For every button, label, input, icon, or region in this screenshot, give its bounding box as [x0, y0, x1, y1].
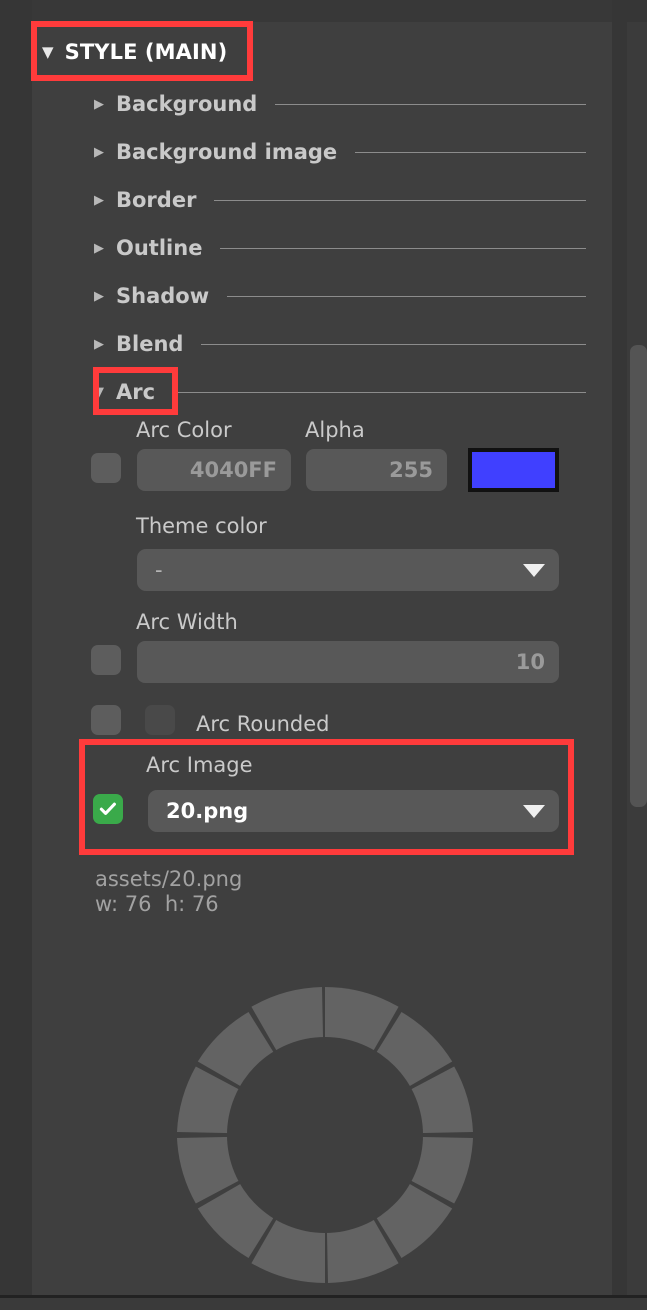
theme-color-label: Theme color — [136, 514, 267, 538]
section-row-arc[interactable]: ▼ Arc — [92, 375, 592, 409]
chevron-right-icon: ▶ — [94, 336, 104, 352]
section-label: Shadow — [116, 284, 210, 308]
arc-image-preview — [155, 965, 495, 1305]
check-icon — [99, 802, 116, 815]
left-gutter — [0, 0, 32, 1310]
arc-color-swatch-fill — [472, 452, 555, 488]
arc-rounded-label: Arc Rounded — [196, 712, 330, 736]
section-row-border[interactable]: ▶ Border — [92, 183, 592, 217]
chevron-down-icon: ▼ — [42, 42, 54, 61]
chevron-down-icon — [523, 804, 545, 818]
alpha-input[interactable]: 255 — [306, 449, 447, 491]
arc-ring-graphic — [177, 987, 473, 1283]
chevron-right-icon: ▶ — [94, 144, 104, 160]
arc-width-input[interactable]: 10 — [137, 641, 559, 683]
asset-dimensions-text: w: 76 h: 76 — [95, 892, 219, 916]
section-label: Background — [116, 92, 258, 116]
chevron-right-icon: ▶ — [94, 240, 104, 256]
top-strip — [0, 0, 647, 22]
section-row-outline[interactable]: ▶ Outline — [92, 231, 592, 265]
arc-rounded-checkbox[interactable] — [145, 705, 175, 735]
section-label: Border — [116, 188, 197, 212]
section-divider — [275, 103, 586, 105]
scrollbar-thumb[interactable] — [630, 345, 647, 807]
arc-color-swatch[interactable] — [468, 448, 559, 492]
section-row-shadow[interactable]: ▶ Shadow — [92, 279, 592, 313]
arc-style-panel: ▼ STYLE (MAIN) ▶ Background ▶ Background… — [0, 0, 647, 1310]
section-divider — [355, 151, 586, 153]
arc-image-dropdown[interactable]: 20.png — [148, 790, 559, 832]
arc-rounded-enable-checkbox[interactable] — [91, 705, 121, 735]
style-main-header[interactable]: ▼ STYLE (MAIN) — [32, 22, 242, 82]
arc-width-label: Arc Width — [136, 610, 238, 634]
section-divider — [173, 391, 586, 393]
section-row-background-image[interactable]: ▶ Background image — [92, 135, 592, 169]
arc-color-enable-checkbox[interactable] — [91, 453, 121, 483]
section-divider — [227, 295, 586, 297]
arc-color-input[interactable]: 4040FF — [137, 449, 291, 491]
arc-image-label: Arc Image — [146, 753, 253, 777]
chevron-right-icon: ▶ — [94, 192, 104, 208]
chevron-down-icon — [523, 563, 545, 577]
section-divider — [214, 199, 586, 201]
section-row-blend[interactable]: ▶ Blend — [92, 327, 592, 361]
chevron-down-icon: ▼ — [94, 384, 104, 400]
arc-width-enable-checkbox[interactable] — [91, 645, 121, 675]
section-row-background[interactable]: ▶ Background — [92, 87, 592, 121]
ring-inner-hole — [227, 1037, 423, 1233]
theme-color-dropdown[interactable]: - — [137, 549, 559, 591]
section-label: Arc — [116, 380, 156, 404]
bottom-strip — [0, 1298, 647, 1310]
arc-color-label: Arc Color — [136, 418, 232, 442]
section-divider — [220, 247, 586, 249]
arc-image-value: 20.png — [166, 799, 249, 823]
section-label: Blend — [116, 332, 184, 356]
section-divider — [201, 343, 586, 345]
alpha-label: Alpha — [305, 418, 365, 442]
theme-color-value: - — [155, 558, 163, 582]
chevron-right-icon: ▶ — [94, 96, 104, 112]
asset-path-text: assets/20.png — [95, 867, 243, 891]
style-main-title: STYLE (MAIN) — [64, 40, 228, 64]
arc-image-enable-checkbox[interactable] — [93, 794, 123, 824]
section-label: Outline — [116, 236, 203, 260]
chevron-right-icon: ▶ — [94, 288, 104, 304]
section-label: Background image — [116, 140, 338, 164]
